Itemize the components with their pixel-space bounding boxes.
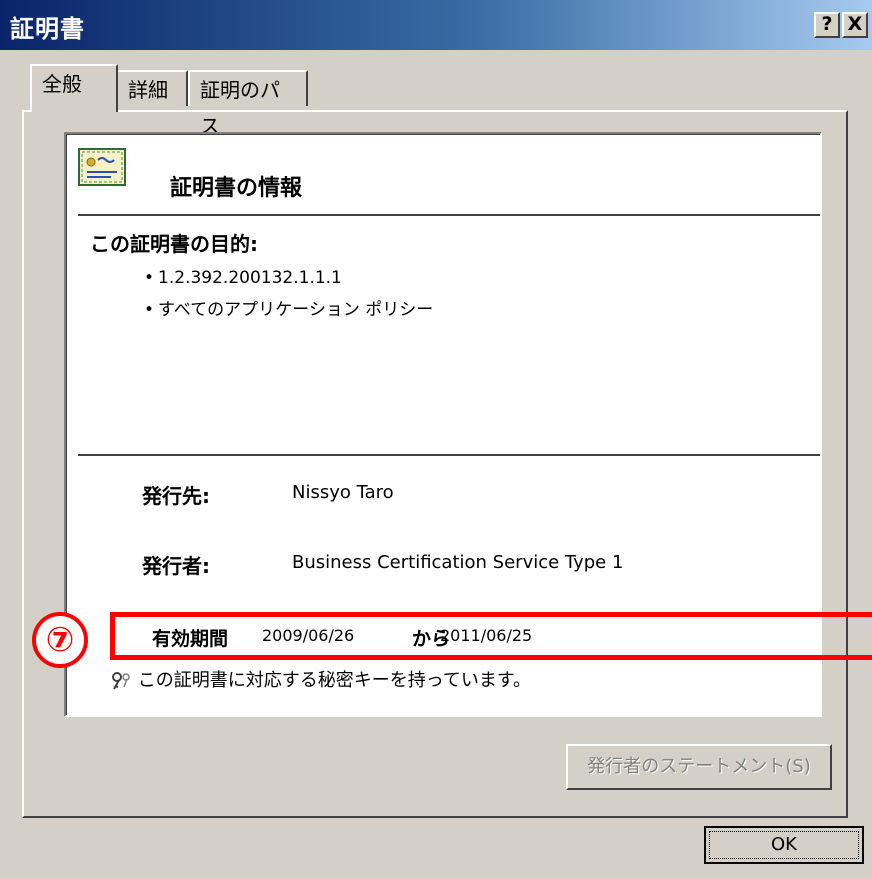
- window-title: 証明書: [10, 15, 85, 43]
- private-key-row: この証明書に対応する秘密キーを持っています。: [110, 666, 531, 692]
- private-key-text: この証明書に対応する秘密キーを持っています。: [137, 670, 532, 691]
- close-button[interactable]: X: [842, 12, 868, 38]
- title-bar: 証明書 ? X: [0, 0, 872, 50]
- ok-button[interactable]: OK: [704, 826, 864, 864]
- tab-certification-path[interactable]: 証明のパス: [188, 70, 308, 138]
- key-icon: [110, 671, 132, 691]
- tab-general[interactable]: 全般: [30, 64, 118, 112]
- divider-middle: [78, 454, 820, 456]
- annotation-marker: ⑦: [32, 612, 88, 668]
- purpose-heading: この証明書の目的:: [90, 232, 258, 256]
- tab-details[interactable]: 詳細: [116, 70, 188, 106]
- certificate-dialog: 証明書 ? X 全般 詳細 証明のパス 証明書の情報 この証明書の目的: 1.2…: [0, 0, 872, 879]
- purpose-item: すべてのアプリケーション ポリシー: [144, 294, 433, 326]
- issued-to-label: 発行先:: [142, 484, 210, 508]
- validity-highlight-box: [110, 612, 872, 660]
- help-button[interactable]: ?: [814, 12, 840, 38]
- issued-to-value: Nissyo Taro: [292, 482, 394, 503]
- issued-by-value: Business Certification Service Type 1: [292, 552, 624, 573]
- purpose-item: 1.2.392.200132.1.1.1: [144, 262, 433, 294]
- certificate-icon: [78, 148, 126, 186]
- issuer-statement-button[interactable]: 発行者のステートメント(S): [566, 744, 832, 790]
- divider-top: [78, 214, 820, 216]
- issued-by-label: 発行者:: [142, 554, 210, 578]
- purpose-list: 1.2.392.200132.1.1.1 すべてのアプリケーション ポリシー: [144, 262, 433, 326]
- info-title: 証明書の情報: [170, 176, 303, 201]
